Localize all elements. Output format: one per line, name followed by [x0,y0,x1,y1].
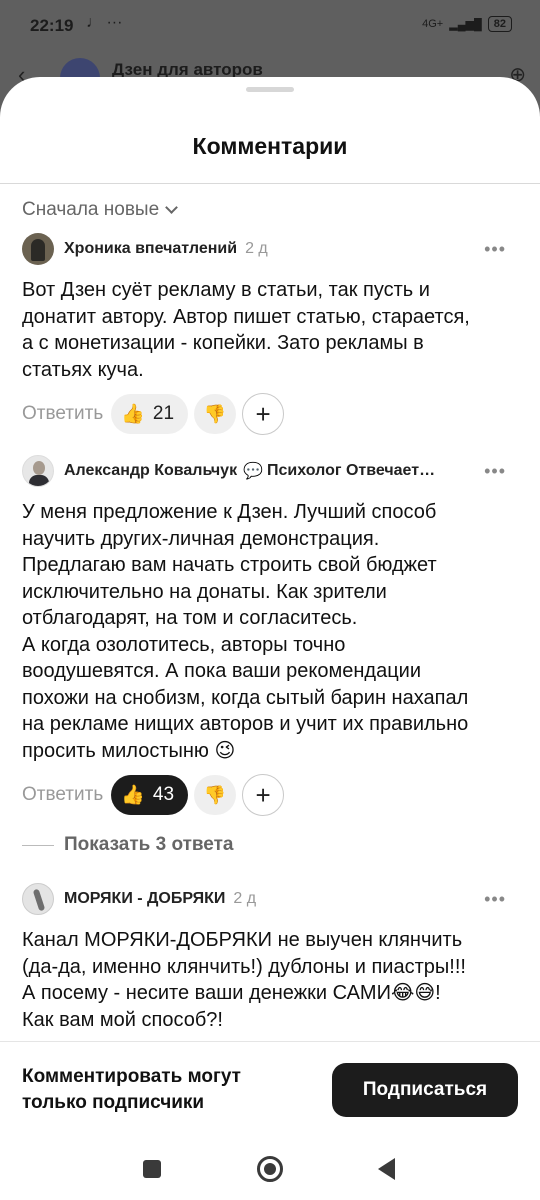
sheet-title: Комментарии [192,133,348,159]
speech-bubble-icon: 💬 [243,463,264,480]
comment-item: Хроника впечатлений 2 д ••• Вот Дзен суё… [22,233,518,435]
status-right-icons: 4G+ ▂▄▆█ 82 [422,16,512,32]
comment-header: МОРЯКИ - ДОБРЯКИ 2 д ••• [22,883,518,915]
dislike-button[interactable]: 👎 [194,775,237,815]
comment-author[interactable]: Хроника впечатлений [64,240,237,258]
avatar[interactable] [22,455,54,487]
divider [22,844,54,846]
show-replies-button[interactable]: Показать 3 ответа [22,834,234,856]
sort-label: Сначала новые [22,199,160,220]
like-button[interactable]: 👍 21 [111,394,189,434]
comment-author[interactable]: Александр Ковальчук [64,462,237,480]
comment-time: 2 д [233,890,257,907]
more-options-icon[interactable]: ••• [484,889,506,910]
add-reaction-button[interactable]: + [242,393,285,435]
sheet-drag-handle[interactable] [246,87,294,92]
recents-icon[interactable] [143,1160,161,1178]
thumbs-down-icon: 👎 [203,403,227,424]
subscribe-footer: Комментировать могут только подписчики П… [0,1041,540,1123]
reply-button[interactable]: Ответить [22,784,103,806]
avatar[interactable] [22,883,54,915]
system-navbar [0,1123,540,1200]
comment-text: Вот Дзен суёт рекламу в статьи, так пуст… [22,279,470,381]
thumbs-up-icon: 👍 [121,785,145,806]
comment-text: У меня предложение к Дзен. Лучший способ… [22,501,469,762]
author-status: Психолог Отвечает … [267,462,438,479]
more-options-icon[interactable]: ••• [484,461,506,482]
avatar[interactable] [22,233,54,265]
comment-header: Александр Ковальчук 💬 Психолог Отвечает … [22,455,518,487]
like-button[interactable]: 👍 43 [111,775,189,815]
thumbs-up-icon: 👍 [121,404,145,425]
more-options-icon[interactable]: ••• [484,239,506,260]
signal-icon: ▂▄▆█ [449,18,482,31]
subscribe-button[interactable]: Подписаться [332,1063,518,1117]
comment-actions: Ответить 👍 43 👎 + [22,774,518,816]
plus-icon: + [255,779,271,810]
comments-sheet: Комментарии Сначала новые Хроника впечат… [0,77,540,1200]
comment-text: Канал МОРЯКИ-ДОБРЯКИ не выучен клянчить … [22,929,466,1031]
chevron-down-icon [165,201,179,214]
comment-item: Александр Ковальчук 💬 Психолог Отвечает … [22,455,518,816]
comment-item: МОРЯКИ - ДОБРЯКИ 2 д ••• Канал МОРЯКИ-ДО… [22,883,518,1033]
footer-text: Комментировать могут только подписчики [22,1066,241,1113]
show-replies-label: Показать 3 ответа [64,834,234,855]
thumbs-down-icon: 👎 [203,784,227,805]
plus-icon: + [255,398,271,429]
divider [0,183,540,184]
status-time: 22:19 [30,16,74,35]
like-count: 21 [152,403,175,424]
comment-actions: Ответить 👍 21 👎 + [22,393,518,435]
back-icon[interactable] [378,1158,395,1180]
comment-author[interactable]: МОРЯКИ - ДОБРЯКИ [64,890,225,908]
network-icon: 4G+ [422,18,444,30]
reply-button[interactable]: Ответить [22,403,103,425]
status-bar: 22:19 ♩ ··· 4G+ ▂▄▆█ 82 [0,0,540,52]
status-left-icons: ♩ ··· [86,14,123,31]
comment-time: 2 д [245,240,268,257]
sort-dropdown[interactable]: Сначала новые [22,199,179,221]
battery-icon: 82 [487,16,512,32]
home-icon[interactable] [257,1156,283,1182]
dislike-button[interactable]: 👎 [194,394,237,434]
comment-header: Хроника впечатлений 2 д ••• [22,233,518,265]
add-reaction-button[interactable]: + [242,774,285,816]
like-count: 43 [152,784,175,805]
